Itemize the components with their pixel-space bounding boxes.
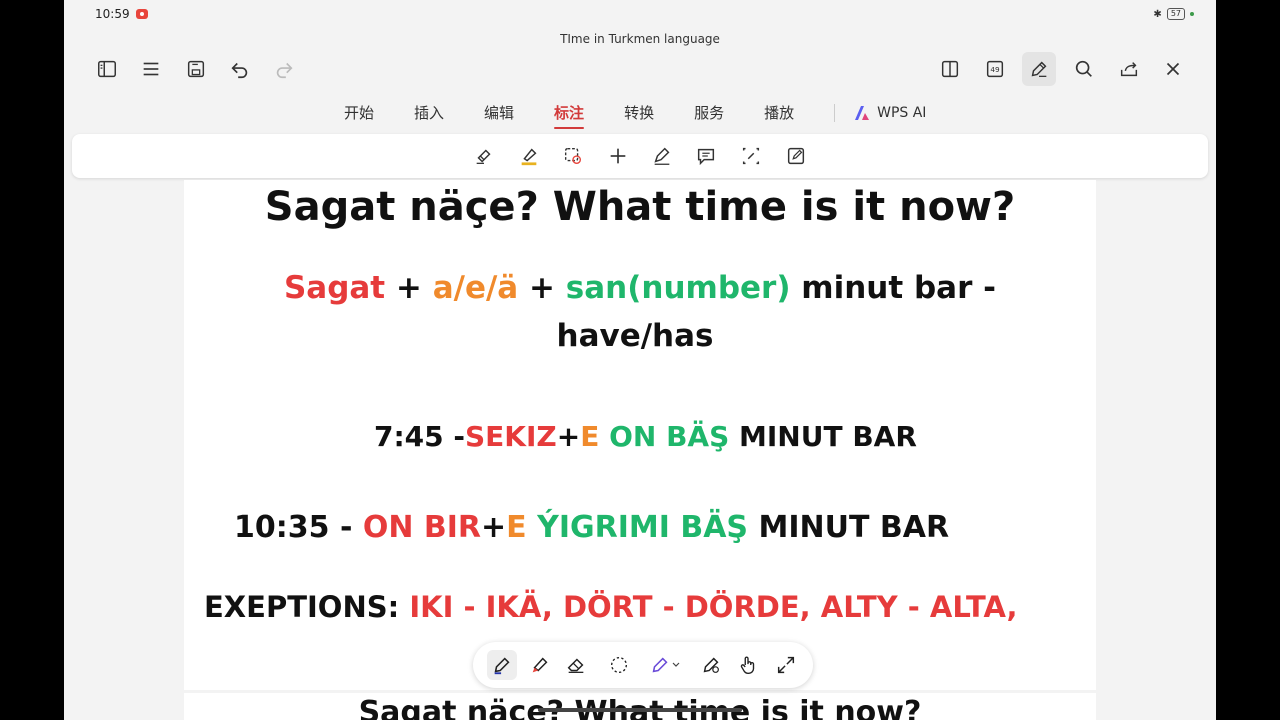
eraser-tool-icon[interactable] (565, 654, 587, 676)
marker-tool-icon[interactable] (529, 654, 551, 676)
screen-record-icon (136, 9, 148, 19)
undo-button[interactable] (223, 52, 257, 86)
search-icon (1075, 60, 1092, 77)
formula-rest: minut bar - (790, 270, 997, 306)
tab-edit[interactable]: 编辑 (484, 101, 514, 125)
example-1-hour: SEKIZ (465, 420, 557, 453)
pages-icon: 49 (986, 60, 1004, 78)
highlighter-icon[interactable] (518, 145, 540, 167)
split-view-icon (941, 60, 959, 78)
chevron-down-icon[interactable] (671, 660, 681, 670)
tab-insert[interactable]: 插入 (414, 101, 444, 125)
tab-divider (834, 104, 836, 122)
example-2-hour: ON BIR (362, 510, 482, 545)
formula-sagat: Sagat (283, 270, 386, 306)
formula-line-2: have/has (556, 318, 714, 354)
wps-ai-logo-icon (855, 106, 870, 120)
tab-services[interactable]: 服务 (694, 101, 724, 125)
document-title: TIme in Turkmen language (560, 32, 720, 46)
tab-start[interactable]: 开始 (344, 101, 374, 125)
undo-icon (231, 62, 248, 79)
split-view-button[interactable] (933, 52, 967, 86)
pen-color-icon[interactable] (649, 654, 671, 676)
tab-convert[interactable]: 转换 (624, 101, 654, 125)
share-icon (1120, 62, 1138, 77)
formula-plus-1: + (385, 270, 433, 306)
example-1-plus: + (556, 420, 581, 453)
tab-annotate[interactable]: 标注 (554, 101, 585, 129)
slide-canvas[interactable]: Sagat näçe? What time is it now? Sagat +… (184, 180, 1096, 690)
example-1-minutes: ON BÄŞ (599, 420, 730, 453)
sidebar-toggle-button[interactable] (90, 52, 124, 86)
annotation-toolbar (72, 134, 1208, 178)
status-time: 10:59 (95, 7, 130, 21)
formula-line: Sagat + a/e/ä + san(number) minut bar - (184, 270, 1096, 306)
exceptions-line: EXEPTIONS: IKI - IKÄ, DÖRT - DÖRDE, ALTY… (204, 590, 1018, 624)
floating-pen-toolbar (473, 642, 813, 688)
example-1-suffix: E (580, 420, 600, 453)
redo-icon (276, 62, 293, 79)
search-button[interactable] (1067, 52, 1101, 86)
battery-icon: 57 (1166, 8, 1185, 20)
page-count-button[interactable]: 49 (978, 52, 1012, 86)
exceptions-label: EXEPTIONS: (204, 590, 410, 624)
next-slide-preview[interactable]: Sagat näçe? What time is it now? (184, 693, 1096, 720)
wps-ai-button[interactable]: WPS AI (853, 105, 926, 121)
pen-icon (1031, 61, 1047, 77)
example-1-time: 7:45 - (374, 420, 466, 453)
pen-tool-button[interactable] (487, 650, 517, 680)
exceptions-text: IKI - IKÄ, DÖRT - DÖRDE, ALTY - ALTA, (409, 590, 1018, 624)
slide-title: Sagat näçe? What time is it now? (264, 184, 1016, 230)
menu-button[interactable] (134, 52, 168, 86)
camera-indicator-icon (1190, 12, 1194, 16)
example-2: 10:35 - ON BIR+E ÝIGRIMI BÄŞ MINUT BAR (234, 510, 949, 545)
page-count-text: 49 (990, 65, 1000, 74)
annotate-pen-button[interactable] (1022, 52, 1056, 86)
expand-icon[interactable] (775, 654, 797, 676)
system-indicators: ✱ 57 (1153, 8, 1194, 20)
menu-icon (143, 62, 159, 76)
formula-number: san(number) (565, 270, 791, 306)
share-button[interactable] (1112, 52, 1146, 86)
home-indicator[interactable] (538, 708, 742, 712)
shape-annotate-icon[interactable] (740, 145, 762, 167)
shape-pen-icon[interactable] (700, 654, 722, 676)
add-icon[interactable] (607, 145, 629, 167)
formula-plus-2: + (518, 270, 566, 306)
ink-pen-icon[interactable] (651, 145, 673, 167)
close-icon (1166, 62, 1180, 76)
app-screen: 10:59 ✱ 57 TIme in Turkmen language 49 开… (64, 0, 1216, 720)
comment-icon[interactable] (695, 145, 717, 167)
highlight-text-icon[interactable] (473, 145, 495, 167)
lasso-select-icon[interactable] (608, 654, 630, 676)
example-2-rest: MINUT BAR (748, 510, 950, 545)
example-1: 7:45 -SEKIZ+E ON BÄŞ MINUT BAR (374, 420, 917, 453)
bluetooth-icon: ✱ (1153, 8, 1162, 20)
save-button[interactable] (179, 52, 213, 86)
redo-button[interactable] (267, 52, 301, 86)
area-highlight-icon[interactable] (562, 145, 584, 167)
pen-tool-icon (494, 657, 510, 675)
edit-note-icon[interactable] (785, 145, 807, 167)
save-icon (187, 60, 205, 78)
example-2-time: 10:35 - (234, 510, 363, 545)
example-1-rest: MINUT BAR (729, 420, 917, 453)
status-bar: 10:59 ✱ 57 (64, 0, 1216, 30)
ribbon-tabs: 开始 插入 编辑 标注 转换 服务 播放 WPS AI (344, 100, 926, 129)
wps-ai-label: WPS AI (877, 105, 927, 121)
example-2-minutes: ÝIGRIMI BÄŞ (526, 510, 749, 545)
example-2-suffix: E (506, 510, 527, 545)
formula-suffix: a/e/ä (432, 270, 519, 306)
sidebar-icon (98, 60, 116, 78)
hand-tool-icon[interactable] (737, 654, 759, 676)
tab-play[interactable]: 播放 (764, 101, 794, 125)
close-button[interactable] (1156, 52, 1190, 86)
example-2-plus: + (481, 510, 507, 545)
